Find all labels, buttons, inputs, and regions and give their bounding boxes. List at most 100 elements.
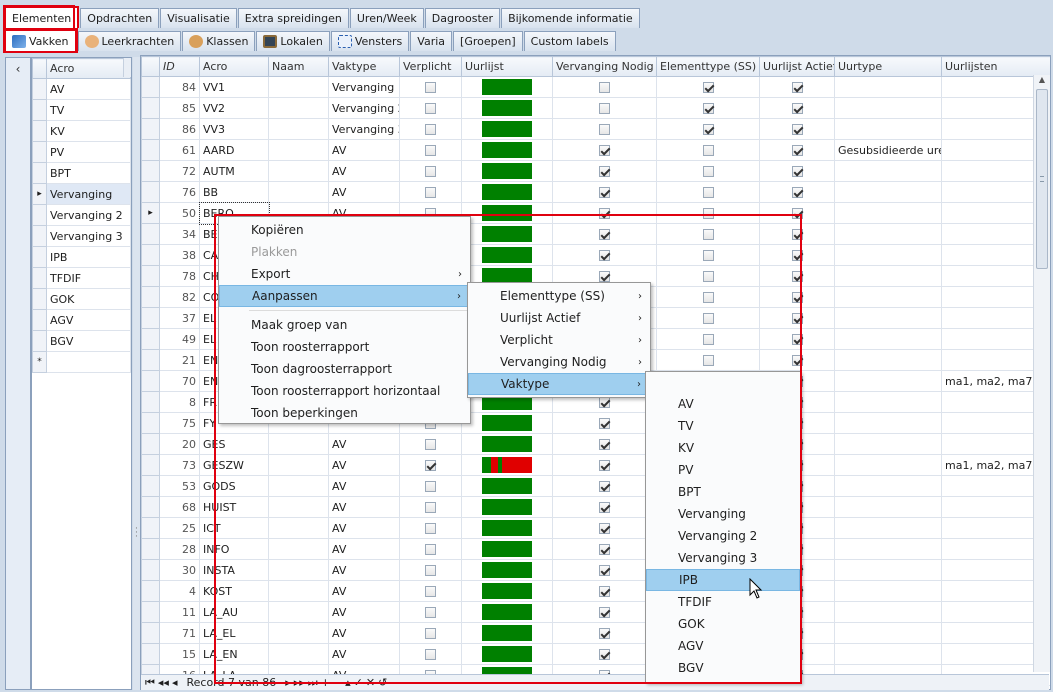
- cell-uurlijst[interactable]: [461, 496, 553, 518]
- cell-id[interactable]: 11: [159, 601, 200, 623]
- cell-id[interactable]: 72: [159, 160, 200, 182]
- menu-item-toon-roosterrapport-horizontaal[interactable]: Toon roosterrapport horizontaal: [219, 380, 470, 402]
- list-item-label[interactable]: PV: [46, 141, 131, 163]
- menu-item-vaktype-vervanging[interactable]: Vervanging: [646, 503, 800, 525]
- tab-custom-labels[interactable]: Custom labels: [523, 31, 616, 51]
- list-item[interactable]: AV: [32, 78, 131, 100]
- cell-verplicht[interactable]: [399, 580, 462, 602]
- cell-elementtype-ss[interactable]: [656, 76, 760, 98]
- cell-verplicht[interactable]: [399, 643, 462, 665]
- collapse-left-icon[interactable]: ‹: [6, 58, 30, 80]
- cell-elementtype-ss[interactable]: [656, 181, 760, 203]
- cell-verplicht[interactable]: [399, 517, 462, 539]
- table-row[interactable]: 71 LA_EL AV: [141, 622, 1050, 644]
- tab-varia[interactable]: Varia: [410, 31, 453, 51]
- menu-item-vaktype-tfdif[interactable]: TFDIF: [646, 591, 800, 613]
- cell-elementtype-ss[interactable]: [656, 349, 760, 371]
- cell-vervanging-nodig[interactable]: [552, 223, 657, 245]
- cell-vervanging-nodig[interactable]: [552, 517, 657, 539]
- cell-uurlijst[interactable]: [461, 97, 553, 119]
- menu-item-elementtype-ss[interactable]: Elementtype (SS) ›: [468, 285, 650, 307]
- list-item[interactable]: TV: [32, 99, 131, 121]
- cancel-record-icon[interactable]: ✕: [366, 676, 375, 689]
- cell-vervanging-nodig[interactable]: [552, 475, 657, 497]
- cell-verplicht[interactable]: [399, 118, 462, 140]
- cell-uurtype[interactable]: [834, 97, 942, 119]
- cell-id[interactable]: 49: [159, 328, 200, 350]
- tab-dagrooster[interactable]: Dagrooster: [424, 8, 501, 28]
- cell-id[interactable]: 84: [159, 76, 200, 98]
- prev-page-icon[interactable]: ◂◂: [158, 676, 169, 689]
- cell-naam[interactable]: [268, 118, 329, 140]
- cell-uurlijst-actief[interactable]: [759, 76, 835, 98]
- menu-item-vaktype-vervanging-2[interactable]: Vervanging 2: [646, 525, 800, 547]
- cell-id[interactable]: 53: [159, 475, 200, 497]
- cell-uurtype[interactable]: [834, 643, 942, 665]
- cell-id[interactable]: 85: [159, 97, 200, 119]
- menu-item-vaktype-ipb[interactable]: IPB: [646, 569, 800, 591]
- list-item-label[interactable]: KV: [46, 120, 131, 142]
- checkbox-vervanging-nodig[interactable]: [599, 166, 610, 177]
- tab-klassen[interactable]: Klassen: [182, 31, 256, 51]
- cell-acro[interactable]: GES: [199, 433, 269, 455]
- table-row[interactable]: 85 VV2 Vervanging 2: [141, 97, 1050, 119]
- cell-acro[interactable]: KOST: [199, 580, 269, 602]
- cell-acro[interactable]: LA_AU: [199, 601, 269, 623]
- cell-vervanging-nodig[interactable]: [552, 559, 657, 581]
- cell-id[interactable]: 82: [159, 286, 200, 308]
- checkbox-vervanging-nodig[interactable]: [599, 124, 610, 135]
- cell-uurlijst[interactable]: [461, 538, 553, 560]
- checkbox-uurlijst-actief[interactable]: [791, 250, 803, 261]
- cell-verplicht[interactable]: [399, 181, 462, 203]
- table-row[interactable]: 4 KOST AV: [141, 580, 1050, 602]
- checkbox-vervanging-nodig[interactable]: [599, 397, 610, 408]
- checkbox-verplicht[interactable]: [425, 502, 436, 513]
- table-row[interactable]: 76 BB AV: [141, 181, 1050, 203]
- cell-acro[interactable]: LA_EL: [199, 622, 269, 644]
- cell-uurtype[interactable]: [834, 454, 942, 476]
- menu-item-toon-beperkingen[interactable]: Toon beperkingen: [219, 402, 470, 424]
- list-item-label[interactable]: Vervanging: [46, 183, 131, 205]
- menu-item-verplicht[interactable]: Verplicht ›: [468, 329, 650, 351]
- menu-item-vaktype-bgv[interactable]: BGV: [646, 657, 800, 679]
- tab-extra-spreidingen[interactable]: Extra spreidingen: [237, 8, 349, 28]
- cell-verplicht[interactable]: [399, 538, 462, 560]
- cell-elementtype-ss[interactable]: [656, 307, 760, 329]
- cell-uurtype[interactable]: [834, 202, 942, 224]
- cell-uurlijst[interactable]: [461, 202, 553, 224]
- list-item[interactable]: TFDIF: [32, 267, 131, 289]
- menu-item-vaktype-bpt[interactable]: BPT: [646, 481, 800, 503]
- cell-uurlijst[interactable]: [461, 517, 553, 539]
- checkbox-vervanging-nodig[interactable]: [599, 649, 610, 660]
- cell-uurlijst-actief[interactable]: [759, 118, 835, 140]
- cell-acro[interactable]: GODS: [199, 475, 269, 497]
- column-header-elementtype-ss[interactable]: Elementtype (SS): [656, 56, 760, 77]
- cell-uurlijst[interactable]: [461, 475, 553, 497]
- list-item[interactable]: GOK: [32, 288, 131, 310]
- cell-vaktype[interactable]: Vervanging 3: [328, 118, 400, 140]
- cell-vervanging-nodig[interactable]: [552, 643, 657, 665]
- checkbox-elementtype-ss[interactable]: [702, 103, 714, 114]
- cell-naam[interactable]: [268, 601, 329, 623]
- cell-uurlijst-actief[interactable]: [759, 244, 835, 266]
- menu-item-toon-roosterrapport[interactable]: Toon roosterrapport: [219, 336, 470, 358]
- cell-naam[interactable]: [268, 559, 329, 581]
- checkbox-vervanging-nodig[interactable]: [599, 586, 610, 597]
- checkbox-verplicht[interactable]: [425, 82, 436, 93]
- checkbox-elementtype-ss[interactable]: [702, 166, 714, 177]
- cell-id[interactable]: 4: [159, 580, 200, 602]
- cell-uurtype[interactable]: [834, 244, 942, 266]
- column-header-naam[interactable]: Naam: [268, 56, 329, 77]
- checkbox-verplicht[interactable]: [425, 523, 436, 534]
- list-item[interactable]: IPB: [32, 246, 131, 268]
- checkbox-vervanging-nodig[interactable]: [599, 103, 610, 114]
- checkbox-uurlijst-actief[interactable]: [791, 334, 803, 345]
- cell-uurlijst[interactable]: [461, 643, 553, 665]
- cell-verplicht[interactable]: [399, 475, 462, 497]
- cell-id[interactable]: 70: [159, 370, 200, 392]
- cell-elementtype-ss[interactable]: [656, 286, 760, 308]
- cell-vaktype[interactable]: AV: [328, 496, 400, 518]
- menu-item-vaktype-vervanging-3[interactable]: Vervanging 3: [646, 547, 800, 569]
- checkbox-vervanging-nodig[interactable]: [599, 481, 610, 492]
- cell-elementtype-ss[interactable]: [656, 202, 760, 224]
